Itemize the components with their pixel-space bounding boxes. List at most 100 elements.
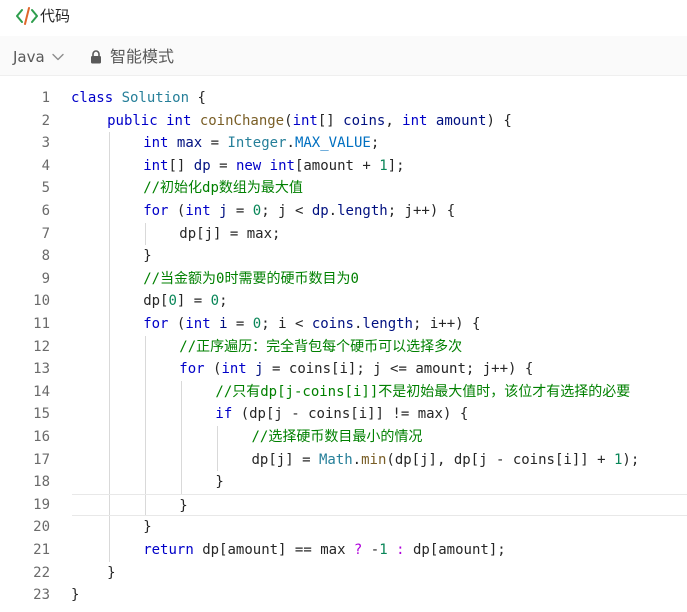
code-token: MAX_VALUE — [294, 135, 371, 152]
code-line: 22} — [0, 562, 687, 585]
indent-guide — [144, 358, 146, 381]
code-token: 0 — [210, 293, 220, 310]
code-line: 18} — [0, 471, 687, 494]
code-line: 19} — [0, 493, 687, 517]
code-token: if — [215, 406, 241, 423]
code-token: return — [143, 542, 203, 558]
code-token: for — [143, 316, 177, 332]
code-token: dp[amount]; — [404, 542, 506, 558]
indent-guide — [108, 335, 110, 359]
code-token: int — [269, 157, 295, 174]
code-token: ? — [353, 542, 371, 558]
code-token: } — [107, 564, 116, 581]
code-token: } — [179, 497, 188, 514]
code-line: 11 for (int i = 0; i < coins.length; i++)… — [0, 313, 687, 336]
indent-guide — [108, 516, 110, 539]
code-token: j — [255, 361, 264, 378]
lock-icon — [91, 50, 101, 64]
indent-guide — [108, 245, 110, 268]
code-editor[interactable]: 1 class Solution {2 public int coinChange(… — [0, 77, 687, 612]
code-line-content: dp[j] = max; — [72, 222, 687, 246]
language-select[interactable]: Java — [13, 46, 64, 68]
smart-mode-toggle[interactable]: 智能模式 — [90, 46, 174, 68]
code-token: ) { — [486, 112, 512, 129]
indent-guide — [144, 403, 146, 426]
line-number: 22 — [33, 564, 50, 581]
code-token: 0 — [252, 203, 262, 219]
line-number: 14 — [33, 383, 50, 400]
code-token: coinChange — [199, 112, 285, 129]
line-number: 12 — [33, 338, 50, 355]
code-token: 0 — [252, 316, 262, 332]
chevron-down-icon — [51, 53, 64, 61]
code-token: } — [215, 474, 224, 491]
indent-guide — [108, 380, 110, 404]
code-token: 1 — [379, 157, 388, 174]
code-line-content: //只有dp[j-coins[i]]不是初始最大值时，该位才有选择的必要 — [72, 380, 687, 404]
indent-guide — [108, 471, 110, 494]
indent-guide — [108, 267, 110, 291]
indent-guide — [180, 403, 182, 426]
code-token: ; — [219, 293, 228, 310]
code-text: //只有dp[j-coins[i]]不是初始最大值时，该位才有选择的必要 — [215, 381, 630, 404]
code-line-content: class Solution { — [71, 87, 687, 110]
code-line: 6 for (int j = 0; j < dp.length; j++) { — [0, 200, 687, 223]
code-line-content: } — [72, 471, 687, 494]
line-number: 18 — [33, 474, 50, 491]
code-token: . — [352, 451, 362, 468]
code-token: . — [328, 203, 338, 219]
code-token: ]; — [387, 157, 405, 174]
indent-guide — [108, 539, 110, 562]
indent-guide — [108, 200, 110, 223]
code-token: 1 — [379, 542, 388, 558]
indent-guide — [108, 358, 110, 381]
line-number: 16 — [33, 429, 50, 445]
code-token: dp[j] = — [251, 451, 319, 468]
code-token: int — [166, 112, 200, 129]
line-number: 8 — [41, 248, 50, 265]
code-token: , — [385, 112, 403, 129]
indent-guide — [144, 426, 146, 449]
language-label: Java — [13, 48, 45, 66]
editor-toolbar: Java 智能模式 — [0, 36, 687, 76]
code-token: //初始化dp数组为最大值 — [143, 180, 303, 197]
code-line-content: } — [72, 516, 687, 539]
indent-guide — [108, 313, 110, 336]
code-token: = — [202, 135, 228, 152]
line-number: 11 — [33, 316, 50, 332]
code-line: 9 //当金额为0时需要的硬币数目为0 — [0, 267, 687, 291]
code-line-content: } — [72, 493, 687, 517]
code-text: //初始化dp数组为最大值 — [143, 177, 303, 200]
line-number: 3 — [41, 135, 50, 152]
indent-guide — [108, 154, 110, 178]
code-token: ; i < — [261, 316, 312, 332]
code-token: Math — [318, 451, 353, 468]
code-block-title: 代码 — [40, 7, 71, 25]
code-token: = — [227, 316, 253, 332]
code-token: ; j++) { — [387, 203, 456, 219]
code-line: 21 return dp[amount] == max ? -1 : dp[amo… — [0, 539, 687, 562]
code-line-content: //当金额为0时需要的硬币数目为0 — [72, 267, 687, 291]
code-text: for (int j = 0; j < dp.length; j++) { — [143, 200, 455, 223]
line-number: 15 — [33, 406, 50, 423]
code-text: return dp[amount] == max ? -1 : dp[amoun… — [143, 539, 506, 562]
code-line-content: if (dp[j - coins[i]] != max) { — [72, 403, 687, 426]
code-token: ] = — [176, 293, 211, 310]
code-token: } — [71, 587, 80, 604]
code-text: } — [71, 584, 79, 607]
indent-guide — [216, 426, 218, 449]
code-token: j — [219, 203, 228, 219]
code-line-content: //选择硬币数目最小的情况 — [72, 426, 687, 449]
indent-guide — [108, 177, 110, 200]
code-token: dp[ — [143, 293, 169, 310]
code-token: ; j < — [261, 203, 312, 219]
code-line: 23} — [0, 584, 687, 607]
code-line: 15 if (dp[j - coins[i]] != max) { — [0, 403, 687, 426]
line-number: 7 — [41, 225, 50, 242]
indent-guide — [108, 290, 110, 313]
code-token: dp[amount] == max — [202, 542, 354, 558]
code-token: } — [143, 519, 152, 536]
code-token: [] — [317, 112, 344, 129]
indent-guide — [144, 448, 146, 472]
code-token: dp — [193, 157, 211, 174]
